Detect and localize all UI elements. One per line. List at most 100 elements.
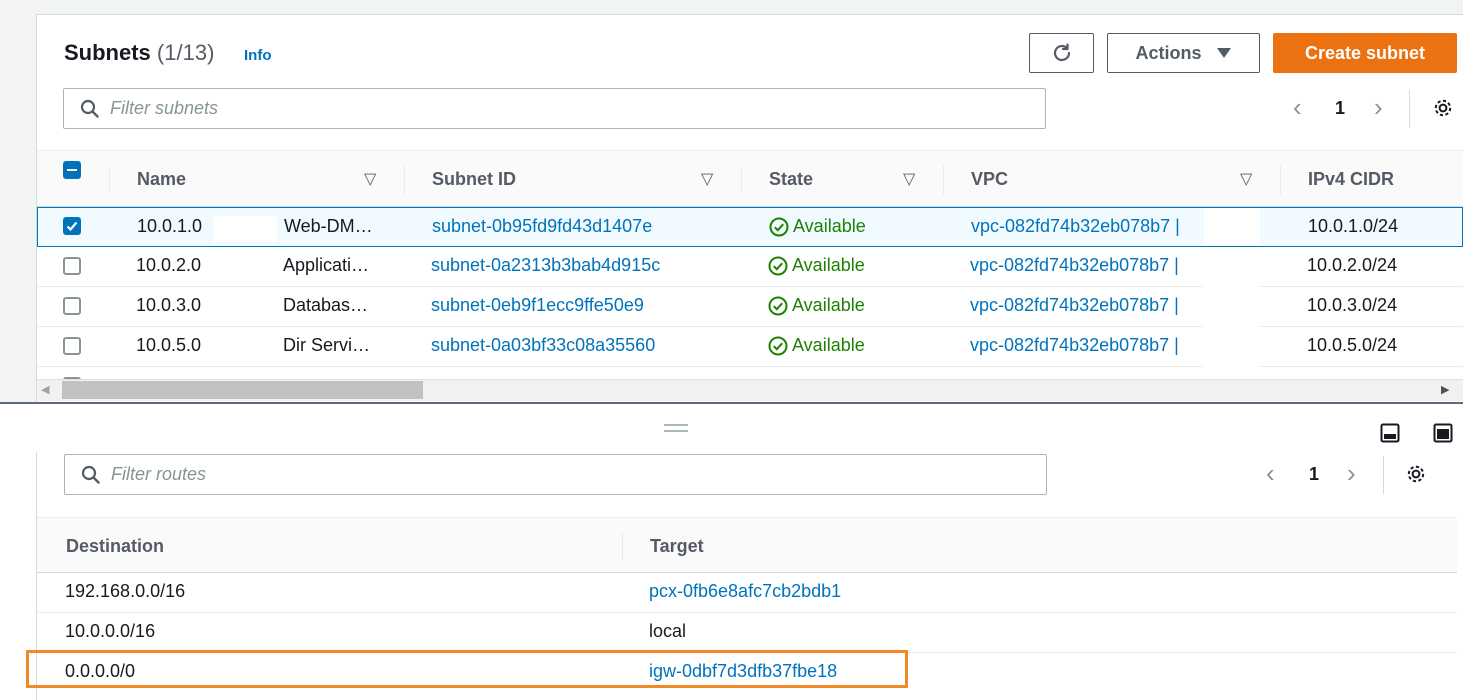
scroll-left-arrow-icon[interactable]: ◀ [41, 383, 49, 396]
scroll-right-arrow-icon[interactable]: ▶ [1441, 383, 1449, 396]
row-cidr: 10.0.3.0/24 [1307, 295, 1398, 315]
info-link[interactable]: Info [244, 47, 272, 64]
redaction-block [212, 291, 276, 321]
column-divider [741, 165, 742, 195]
select-all-checkbox[interactable] [63, 161, 81, 179]
routes-table-header: Destination Target [37, 517, 1457, 573]
column-header-vpc[interactable]: VPC [971, 169, 1008, 190]
row-name-suffix: Databas… [283, 295, 369, 315]
row-subnet-id[interactable]: subnet-0a2313b3bab4d915c [431, 255, 660, 276]
row-checkbox[interactable] [63, 257, 81, 275]
column-divider [943, 165, 944, 195]
row-name-suffix: Applicati… [283, 255, 370, 275]
column-divider [109, 165, 110, 195]
table-row: 10.0.0.0/16 local [37, 613, 1457, 653]
redaction-block [213, 216, 277, 242]
state-label: Available [792, 335, 865, 355]
dock-bottom-icon[interactable] [1380, 423, 1400, 448]
table-row: 192.168.0.0/16 pcx-0fb6e8afc7cb2bdb1 [37, 573, 1457, 613]
title-count: (1/13) [156, 40, 215, 65]
row-vpc[interactable]: vpc-082fd74b32eb078b7 | [971, 216, 1180, 237]
row-name-suffix: Web-DM… [284, 216, 373, 236]
next-page-icon[interactable]: › [1374, 92, 1383, 123]
create-subnet-button[interactable]: Create subnet [1273, 33, 1457, 73]
next-page-icon[interactable]: › [1347, 458, 1356, 489]
refresh-icon [1053, 43, 1070, 62]
column-header-destination[interactable]: Destination [66, 536, 164, 557]
row-vpc[interactable]: vpc-082fd74b32eb078b7 | [970, 255, 1179, 276]
previous-page-icon[interactable]: ‹ [1266, 458, 1275, 489]
row-subnet-id[interactable]: subnet-0a03bf33c08a35560 [431, 335, 655, 356]
state-label: Available [793, 216, 866, 236]
dock-side-icon[interactable] [1433, 423, 1453, 448]
table-row[interactable]: 10.0.1.0 Web-DM… subnet-0b95fd9fd43d1407… [37, 207, 1463, 247]
refresh-button[interactable] [1029, 33, 1094, 73]
row-cidr: 10.0.2.0/24 [1307, 255, 1398, 275]
search-icon [80, 99, 99, 118]
subnet-table-header: Name ▽ Subnet ID ▽ State ▽ VPC ▽ IPv4 CI… [37, 150, 1463, 207]
pager-divider [1383, 456, 1384, 494]
page-number[interactable]: 1 [1335, 98, 1345, 119]
create-subnet-label: Create subnet [1304, 42, 1426, 63]
column-divider [404, 165, 405, 195]
actions-label: Actions [1135, 42, 1202, 63]
settings-gear-icon[interactable] [1432, 97, 1454, 124]
column-divider [622, 532, 623, 562]
sort-caret-icon[interactable]: ▽ [1240, 169, 1252, 189]
row-name: 10.0.3.0 [136, 295, 202, 315]
redaction-block [212, 331, 276, 361]
row-vpc[interactable]: vpc-082fd74b32eb078b7 | [970, 295, 1179, 316]
redaction-block [1203, 247, 1259, 287]
table-row[interactable]: 10.0.3.0 Databas… subnet-0eb9f1ecc9ffe50… [37, 287, 1463, 327]
caret-down-icon [1216, 48, 1231, 58]
row-name: 10.0.1.0 [137, 216, 203, 236]
row-vpc[interactable]: vpc-082fd74b32eb078b7 | [970, 335, 1179, 356]
redaction-block [1204, 208, 1260, 246]
state-label: Available [792, 295, 865, 315]
table-row[interactable]: 10.0.5.0 Dir Servi… subnet-0a03bf33c08a3… [37, 327, 1463, 367]
route-target-link[interactable]: pcx-0fb6e8afc7cb2bdb1 [649, 581, 841, 602]
redaction-block [1203, 287, 1259, 327]
page-number[interactable]: 1 [1309, 464, 1319, 485]
sort-caret-icon[interactable]: ▽ [364, 169, 376, 189]
redaction-block [212, 251, 276, 281]
column-header-name[interactable]: Name [137, 169, 186, 190]
redaction-block [1203, 327, 1259, 367]
state-label: Available [792, 255, 865, 275]
subnet-filter-input[interactable]: Filter subnets [63, 88, 1046, 129]
row-subnet-id[interactable]: subnet-0eb9f1ecc9ffe50e9 [431, 295, 644, 316]
scrollbar-thumb[interactable] [62, 381, 423, 399]
checkmark-icon [66, 221, 78, 232]
row-name: 10.0.2.0 [136, 255, 202, 275]
row-checkbox[interactable] [63, 297, 81, 315]
row-subnet-id[interactable]: subnet-0b95fd9fd43d1407e [432, 216, 652, 237]
row-state: Available [769, 216, 866, 237]
row-cidr: 10.0.1.0/24 [1308, 216, 1399, 236]
row-checkbox[interactable] [63, 217, 81, 235]
column-header-state[interactable]: State [769, 169, 813, 190]
previous-page-icon[interactable]: ‹ [1293, 92, 1302, 123]
column-header-target[interactable]: Target [650, 536, 704, 557]
title-text: Subnets [64, 40, 151, 65]
check-circle-icon [769, 217, 789, 236]
check-circle-icon [768, 256, 788, 275]
sort-caret-icon[interactable]: ▽ [903, 169, 915, 189]
row-cidr: 10.0.5.0/24 [1307, 335, 1398, 355]
route-destination: 192.168.0.0/16 [65, 581, 186, 601]
row-name: 10.0.5.0 [136, 335, 202, 355]
sort-caret-icon[interactable]: ▽ [701, 169, 713, 189]
row-name-suffix: Dir Servi… [283, 335, 371, 355]
table-row[interactable]: 10.0.2.0 Applicati… subnet-0a2313b3bab4d… [37, 247, 1463, 287]
settings-gear-icon[interactable] [1405, 463, 1427, 490]
subnet-filter-placeholder: Filter subnets [110, 98, 219, 118]
column-header-subnet-id[interactable]: Subnet ID [432, 169, 516, 190]
row-state: Available [768, 335, 865, 356]
resize-handle-icon[interactable] [664, 424, 688, 432]
row-state: Available [768, 295, 865, 316]
row-checkbox[interactable] [63, 337, 81, 355]
route-filter-input[interactable]: Filter routes [64, 454, 1047, 495]
check-circle-icon [768, 296, 788, 315]
column-header-ipv4-cidr[interactable]: IPv4 CIDR [1308, 169, 1394, 190]
search-icon [81, 465, 100, 484]
actions-button[interactable]: Actions [1107, 33, 1260, 73]
